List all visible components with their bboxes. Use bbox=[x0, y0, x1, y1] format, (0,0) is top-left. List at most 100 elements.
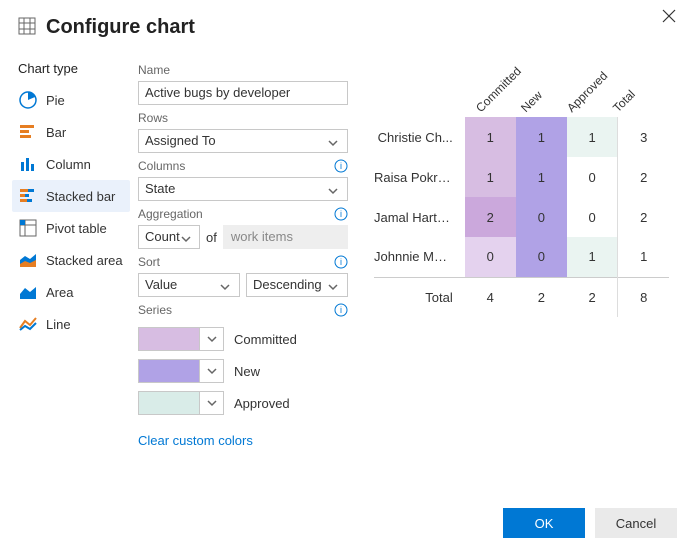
chart-type-heading: Chart type bbox=[12, 57, 130, 84]
area-icon bbox=[18, 282, 38, 302]
aggregation-of-label: of bbox=[206, 230, 217, 245]
series-color-select[interactable] bbox=[138, 391, 224, 415]
chart-type-label: Area bbox=[46, 285, 73, 300]
pivot-cell: 1 bbox=[618, 237, 669, 277]
chart-type-pie[interactable]: Pie bbox=[12, 84, 130, 116]
series-row: New bbox=[138, 359, 348, 383]
stacked-area-icon bbox=[18, 250, 38, 270]
pivot-row: Jamal Hartn...2002 bbox=[374, 197, 669, 237]
chart-type-pivot-table[interactable]: Pivot table bbox=[12, 212, 130, 244]
chevron-down-icon bbox=[327, 278, 341, 292]
pivot-cell: 2 bbox=[618, 197, 669, 237]
pivot-total-cell: 2 bbox=[516, 277, 567, 317]
chart-type-stacked-area[interactable]: Stacked area bbox=[12, 244, 130, 276]
chart-type-label: Pivot table bbox=[46, 221, 107, 236]
svg-text:i: i bbox=[340, 209, 342, 219]
line-icon bbox=[18, 314, 38, 334]
pivot-column-header: Committed bbox=[473, 64, 524, 115]
dialog-title: Configure chart bbox=[46, 16, 195, 39]
chart-type-label: Line bbox=[46, 317, 71, 332]
pivot-total-cell: 8 bbox=[618, 277, 669, 317]
svg-text:i: i bbox=[340, 257, 342, 267]
chevron-down-icon bbox=[327, 134, 341, 148]
series-row: Committed bbox=[138, 327, 348, 351]
rows-label: Rows bbox=[138, 111, 168, 125]
pivot-row: Johnnie McL...0011 bbox=[374, 237, 669, 277]
svg-text:i: i bbox=[340, 161, 342, 171]
rows-select[interactable]: Assigned To bbox=[138, 129, 348, 153]
pivot-cell: 3 bbox=[618, 117, 669, 157]
chart-type-label: Pie bbox=[46, 93, 65, 108]
pivot-cell: 1 bbox=[567, 237, 618, 277]
pivot-cell: 0 bbox=[465, 237, 516, 277]
series-name: New bbox=[234, 364, 260, 379]
stacked-bar-icon bbox=[18, 186, 38, 206]
pivot-column-header: Approved bbox=[564, 69, 610, 115]
ok-button[interactable]: OK bbox=[503, 508, 585, 538]
chevron-down-icon bbox=[199, 360, 223, 382]
pivot-total-row: Total4228 bbox=[374, 277, 669, 317]
close-button[interactable] bbox=[659, 6, 679, 26]
pivot-row: Raisa Pokro...1102 bbox=[374, 157, 669, 197]
pivot-cell: 1 bbox=[516, 117, 567, 157]
columns-label: Columns bbox=[138, 159, 185, 173]
chart-type-column[interactable]: Column bbox=[12, 148, 130, 180]
pivot-cell: 1 bbox=[516, 157, 567, 197]
pivot-row-label: Raisa Pokro... bbox=[374, 157, 465, 197]
sort-field-select[interactable]: Value bbox=[138, 273, 240, 297]
pivot-column-header: New bbox=[518, 88, 545, 115]
pivot-cell: 1 bbox=[465, 117, 516, 157]
chart-grid-icon bbox=[18, 17, 36, 38]
chart-type-label: Column bbox=[46, 157, 91, 172]
name-input[interactable]: Active bugs by developer bbox=[138, 81, 348, 105]
series-row: Approved bbox=[138, 391, 348, 415]
chevron-down-icon bbox=[327, 182, 341, 196]
name-label: Name bbox=[138, 63, 170, 77]
info-icon[interactable]: i bbox=[334, 303, 348, 317]
pivot-total-cell: 2 bbox=[567, 277, 618, 317]
series-color-select[interactable] bbox=[138, 359, 224, 383]
config-form: Name Active bugs by developer Rows Assig… bbox=[138, 57, 348, 448]
pivot-total-cell: 4 bbox=[465, 277, 516, 317]
chart-type-label: Stacked area bbox=[46, 253, 123, 268]
pivot-cell: 2 bbox=[618, 157, 669, 197]
clear-custom-colors-link[interactable]: Clear custom colors bbox=[138, 433, 253, 448]
pivot-cell: 0 bbox=[516, 197, 567, 237]
pivot-table-icon bbox=[18, 218, 38, 238]
chart-type-area[interactable]: Area bbox=[12, 276, 130, 308]
pivot-cell: 0 bbox=[567, 197, 618, 237]
column-icon bbox=[18, 154, 38, 174]
info-icon[interactable]: i bbox=[334, 159, 348, 173]
pivot-row-label: Christie Ch... bbox=[374, 117, 465, 157]
series-name: Committed bbox=[234, 332, 297, 347]
aggregation-select[interactable]: Count bbox=[138, 225, 200, 249]
series-name: Approved bbox=[234, 396, 290, 411]
pivot-row: Christie Ch...1113 bbox=[374, 117, 669, 157]
aggregation-target: work items bbox=[223, 225, 348, 249]
sort-label: Sort bbox=[138, 255, 160, 269]
svg-text:i: i bbox=[340, 305, 342, 315]
columns-select[interactable]: State bbox=[138, 177, 348, 201]
pivot-total-label: Total bbox=[374, 277, 465, 317]
info-icon[interactable]: i bbox=[334, 207, 348, 221]
sort-direction-select[interactable]: Descending bbox=[246, 273, 348, 297]
pivot-cell: 1 bbox=[567, 117, 618, 157]
color-swatch bbox=[139, 328, 199, 350]
chart-type-list: Chart type Pie Bar Column Stacked bar Pi… bbox=[12, 57, 130, 448]
chart-type-bar[interactable]: Bar bbox=[12, 116, 130, 148]
chart-type-line[interactable]: Line bbox=[12, 308, 130, 340]
chevron-down-icon bbox=[180, 230, 193, 244]
series-label: Series bbox=[138, 303, 172, 317]
pie-icon bbox=[18, 90, 38, 110]
cancel-button[interactable]: Cancel bbox=[595, 508, 677, 538]
chart-type-stacked-bar[interactable]: Stacked bar bbox=[12, 180, 130, 212]
info-icon[interactable]: i bbox=[334, 255, 348, 269]
chevron-down-icon bbox=[199, 328, 223, 350]
color-swatch bbox=[139, 392, 199, 414]
chart-type-label: Bar bbox=[46, 125, 66, 140]
pivot-row-label: Jamal Hartn... bbox=[374, 197, 465, 237]
pivot-cell: 1 bbox=[465, 157, 516, 197]
series-color-select[interactable] bbox=[138, 327, 224, 351]
pivot-cell: 2 bbox=[465, 197, 516, 237]
dialog-footer: OK Cancel bbox=[503, 508, 677, 538]
